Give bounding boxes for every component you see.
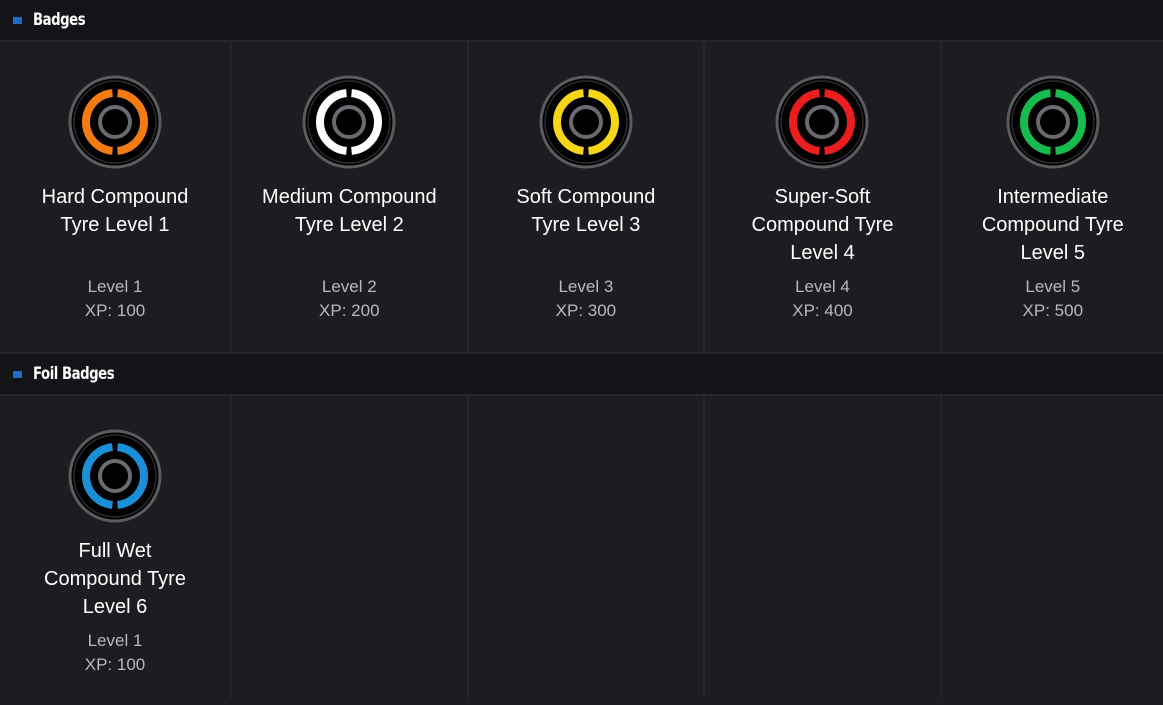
badge-level: Level 5 [1025, 277, 1081, 296]
badge-card[interactable]: Hard Compound Tyre Level 1 Level 1 XP: 1… [0, 42, 232, 352]
badge-level: Level 3 [558, 277, 614, 296]
badge-xp: XP: 200 [319, 301, 380, 320]
badge-name: Hard Compound Tyre Level 1 [41, 186, 189, 236]
badge-card[interactable]: Super-Soft Compound Tyre Level 4 Level 4… [705, 42, 942, 352]
badge-name: Super-Soft Compound Tyre Level 4 [751, 186, 894, 264]
tyre-badge-icon [775, 75, 869, 169]
badge-xp: XP: 500 [1022, 301, 1084, 320]
tyre-badge-icon [68, 429, 162, 523]
badge-xp: XP: 300 [555, 301, 617, 320]
badge-xp: XP: 100 [84, 655, 146, 674]
badge-row: Hard Compound Tyre Level 1 Level 1 XP: 1… [0, 42, 1163, 354]
badge-level: Level 1 [87, 631, 143, 650]
badge-card[interactable]: Intermediate Compound Tyre Level 5 Level… [942, 42, 1163, 352]
section-title: Badges [33, 10, 86, 30]
badge-name: Soft Compound Tyre Level 3 [516, 186, 656, 236]
badge-xp: XP: 100 [84, 301, 146, 320]
section-bullet [13, 370, 22, 378]
empty-badge-slot [469, 396, 706, 698]
empty-badge-slot [705, 396, 942, 698]
section-bullet [13, 16, 22, 24]
section-title: Foil Badges [33, 364, 115, 384]
tyre-badge-icon [68, 75, 162, 169]
badge-card[interactable]: Soft Compound Tyre Level 3 Level 3 XP: 3… [469, 42, 706, 352]
tyre-badge-icon [1006, 75, 1100, 169]
badge-name: Full Wet Compound Tyre Level 6 [44, 540, 186, 618]
section-header-foil-badges: Foil Badges [0, 354, 1163, 396]
badge-name: Medium Compound Tyre Level 2 [262, 186, 437, 236]
badge-xp: XP: 400 [792, 301, 853, 320]
empty-badge-slot [942, 396, 1163, 698]
badge-level: Level 4 [795, 277, 850, 296]
badge-level: Level 1 [87, 277, 143, 296]
section-header-badges: Badges [0, 0, 1163, 42]
badge-card[interactable]: Full Wet Compound Tyre Level 6 Level 1 X… [0, 396, 232, 698]
tyre-badge-icon [302, 75, 396, 169]
tyre-badge-icon [539, 75, 633, 169]
empty-badge-slot [232, 396, 469, 698]
badge-level: Level 2 [321, 277, 377, 296]
badge-row: Full Wet Compound Tyre Level 6 Level 1 X… [0, 396, 1163, 698]
badge-card[interactable]: Medium Compound Tyre Level 2 Level 2 XP:… [232, 42, 469, 352]
badge-name: Intermediate Compound Tyre Level 5 [981, 186, 1124, 264]
